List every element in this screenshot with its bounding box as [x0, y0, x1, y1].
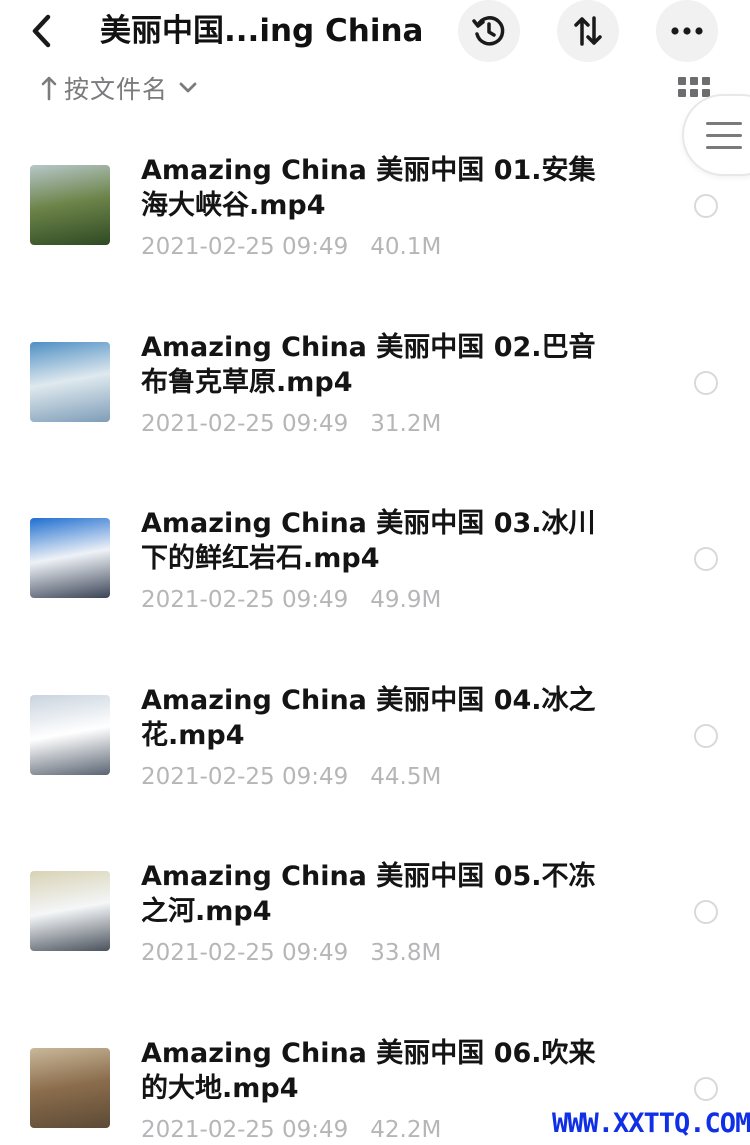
arrow-up-icon: [38, 73, 60, 103]
file-row[interactable]: Amazing China 美丽中国 05.不冻之河.mp4 2021-02-25…: [0, 826, 750, 1002]
file-size: 42.2M: [370, 1117, 442, 1143]
sort-selector[interactable]: 按文件名: [38, 70, 198, 106]
file-meta: 2021-02-25 09:49 49.9M: [141, 587, 441, 613]
file-name: Amazing China 美丽中国 06.吹来的大地.mp4: [141, 1038, 596, 1104]
video-thumbnail: [30, 695, 110, 775]
sort-order-button[interactable]: [557, 0, 619, 62]
file-row[interactable]: Amazing China 美丽中国 03.冰川下的鲜红岩石.mp4 2021-0…: [0, 473, 750, 649]
select-radio[interactable]: [694, 547, 718, 571]
sort-swap-icon: [574, 16, 602, 46]
file-name: Amazing China 美丽中国 03.冰川下的鲜红岩石.mp4: [141, 508, 596, 574]
page-title: 美丽中国...ing China: [100, 13, 424, 49]
file-date: 2021-02-25 09:49: [141, 764, 349, 790]
file-size: 31.2M: [370, 411, 442, 437]
chevron-down-icon: [178, 78, 198, 98]
history-button[interactable]: [458, 0, 520, 62]
select-radio[interactable]: [694, 371, 718, 395]
sort-label: 按文件名: [64, 75, 169, 104]
file-size: 44.5M: [370, 764, 442, 790]
video-thumbnail: [30, 871, 110, 951]
select-radio[interactable]: [694, 724, 718, 748]
file-date: 2021-02-25 09:49: [141, 940, 349, 966]
video-thumbnail: [30, 518, 110, 598]
file-meta: 2021-02-25 09:49 44.5M: [141, 764, 441, 790]
select-radio[interactable]: [694, 1077, 718, 1101]
file-name: Amazing China 美丽中国 01.安集海大峡谷.mp4: [141, 155, 596, 221]
video-thumbnail: [30, 1048, 110, 1128]
file-meta: 2021-02-25 09:49 33.8M: [141, 940, 441, 966]
file-date: 2021-02-25 09:49: [141, 587, 349, 613]
top-bar: 美丽中国...ing China: [0, 0, 750, 62]
more-horizontal-icon: [671, 27, 703, 35]
file-name: Amazing China 美丽中国 05.不冻之河.mp4: [141, 861, 596, 927]
file-date: 2021-02-25 09:49: [141, 1117, 349, 1143]
select-radio[interactable]: [694, 900, 718, 924]
file-date: 2021-02-25 09:49: [141, 234, 349, 260]
chevron-left-icon: [32, 14, 51, 48]
file-meta: 2021-02-25 09:49 40.1M: [141, 234, 441, 260]
grid-view-icon[interactable]: [676, 75, 712, 99]
watermark: WWW.XXTTQ.COM: [552, 1108, 750, 1139]
history-icon: [472, 16, 505, 46]
video-thumbnail: [30, 165, 110, 245]
file-name: Amazing China 美丽中国 04.冰之花.mp4: [141, 685, 596, 751]
file-meta: 2021-02-25 09:49 31.2M: [141, 411, 441, 437]
back-button[interactable]: [26, 10, 58, 52]
video-thumbnail: [30, 342, 110, 422]
file-meta: 2021-02-25 09:49 42.2M: [141, 1117, 441, 1143]
file-size: 49.9M: [370, 587, 442, 613]
more-button[interactable]: [656, 0, 718, 62]
file-size: 33.8M: [370, 940, 442, 966]
select-radio[interactable]: [694, 194, 718, 218]
file-row[interactable]: Amazing China 美丽中国 02.巴音布鲁克草原.mp4 2021-02…: [0, 297, 750, 473]
file-size: 40.1M: [370, 234, 442, 260]
file-row[interactable]: Amazing China 美丽中国 04.冰之花.mp4 2021-02-25 …: [0, 650, 750, 826]
file-row[interactable]: Amazing China 美丽中国 01.安集海大峡谷.mp4 2021-02-…: [0, 120, 750, 296]
file-name: Amazing China 美丽中国 02.巴音布鲁克草原.mp4: [141, 332, 596, 398]
file-date: 2021-02-25 09:49: [141, 411, 349, 437]
